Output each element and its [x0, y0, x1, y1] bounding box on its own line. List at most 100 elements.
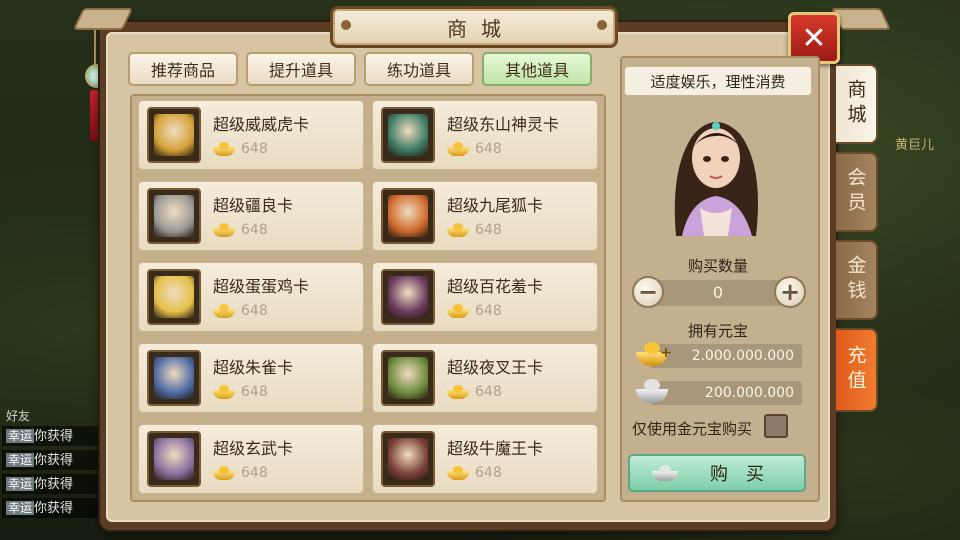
chat-text: 你获得	[34, 453, 74, 468]
item-price-value: 648	[475, 141, 502, 157]
item-price: 648	[447, 384, 502, 400]
item-price-value: 648	[475, 222, 502, 238]
item-card-thumbnail	[147, 188, 201, 244]
plus-icon: +	[779, 278, 801, 306]
shopkeeper-portrait	[674, 122, 758, 236]
window-title-plate: 商城	[330, 6, 618, 48]
gold-ingot-icon	[447, 304, 469, 318]
add-gold-icon[interactable]: +	[660, 346, 674, 360]
shop-item-card[interactable]: 超级玄武卡 648	[138, 424, 364, 494]
item-card-image	[388, 276, 428, 318]
item-price-value: 648	[241, 141, 268, 157]
item-price: 648	[213, 303, 268, 319]
chat-text: 你获得	[34, 477, 74, 492]
item-price: 648	[213, 222, 268, 238]
chat-tag: 幸运	[6, 453, 35, 467]
gold-ingot-icon	[213, 223, 235, 237]
item-card-image	[388, 357, 428, 399]
gold-ingot-icon	[447, 466, 469, 480]
chat-log: 好友 幸运 你获得 幸运 你获得 幸运 你获得 幸运 你获得	[2, 409, 102, 522]
item-name: 超级夜叉王卡	[447, 358, 544, 377]
item-price-value: 648	[475, 465, 502, 481]
item-name: 超级玄武卡	[213, 439, 294, 458]
side-tab-membership[interactable]: 会员	[836, 152, 878, 232]
gold-ingot-icon	[447, 142, 469, 156]
chat-tag: 幸运	[6, 501, 35, 515]
side-tab-recharge[interactable]: 充值	[836, 328, 878, 412]
item-name: 超级蛋蛋鸡卡	[213, 277, 310, 296]
item-price: 648	[213, 384, 268, 400]
chat-line: 幸运 你获得	[2, 498, 102, 518]
item-name: 超级威威虎卡	[213, 115, 310, 134]
increase-button[interactable]: +	[774, 276, 806, 308]
gold-only-checkbox[interactable]	[764, 414, 788, 438]
item-name: 超级牛魔王卡	[447, 439, 544, 458]
tab-other-items[interactable]: 其他道具	[482, 52, 592, 86]
item-price-value: 648	[475, 303, 502, 319]
owned-ingots-label: 拥有元宝	[687, 322, 748, 340]
item-name: 超级东山神灵卡	[447, 115, 560, 134]
gold-ingot-icon	[213, 466, 235, 480]
shop-item-card[interactable]: 超级九尾狐卡 648	[372, 181, 598, 251]
item-price-value: 648	[241, 222, 268, 238]
tab-training-items[interactable]: 练功道具	[364, 52, 474, 86]
shop-item-card[interactable]: 超级威威虎卡 648	[138, 100, 364, 170]
item-card-thumbnail	[147, 350, 201, 406]
item-card-image	[388, 114, 428, 156]
gold-ingot-icon	[213, 385, 235, 399]
item-card-image	[154, 438, 194, 480]
item-price-value: 648	[241, 465, 268, 481]
buy-button[interactable]: 购买	[628, 454, 806, 492]
tab-recommended[interactable]: 推荐商品	[128, 52, 238, 86]
item-card-image	[388, 438, 428, 480]
window-title: 商城	[447, 16, 515, 41]
chat-tag: 幸运	[6, 477, 35, 491]
shop-item-card[interactable]: 超级朱雀卡 648	[138, 343, 364, 413]
chat-line: 幸运 你获得	[2, 426, 102, 446]
item-price: 648	[213, 465, 268, 481]
item-name: 超级疆良卡	[213, 196, 294, 215]
shop-item-card[interactable]: 超级夜叉王卡 648	[372, 343, 598, 413]
item-card-thumbnail	[147, 269, 201, 325]
quantity-value[interactable]: 0	[646, 280, 790, 306]
side-tab-money[interactable]: 金钱	[836, 240, 878, 320]
shop-item-card[interactable]: 超级百花羞卡 648	[372, 262, 598, 332]
gold-only-label: 仅使用金元宝购买	[632, 420, 753, 438]
shop-item-card[interactable]: 超级蛋蛋鸡卡 648	[138, 262, 364, 332]
frame-corner-left	[72, 8, 134, 30]
item-price: 648	[447, 303, 502, 319]
chat-prefix: 好友	[6, 409, 31, 423]
item-price: 648	[213, 141, 268, 157]
shop-item-card[interactable]: 超级东山神灵卡 648	[372, 100, 598, 170]
item-price-value: 648	[241, 384, 268, 400]
buy-button-label: 购买	[710, 464, 782, 485]
item-card-image	[388, 195, 428, 237]
shop-item-card[interactable]: 超级疆良卡 648	[138, 181, 364, 251]
side-tab-shop[interactable]: 商城	[836, 64, 878, 144]
shop-item-card[interactable]: 超级牛魔王卡 648	[372, 424, 598, 494]
chat-line: 幸运 你获得	[2, 474, 102, 494]
item-price: 648	[447, 465, 502, 481]
item-card-thumbnail	[381, 431, 435, 487]
gold-ingot-icon	[447, 223, 469, 237]
silver-ingot-icon	[652, 465, 678, 481]
category-tabs: 推荐商品 提升道具 练功道具 其他道具	[128, 52, 592, 86]
chat-text: 你获得	[34, 501, 74, 516]
item-name: 超级朱雀卡	[213, 358, 294, 377]
quantity-label: 购买数量	[687, 257, 748, 275]
item-card-thumbnail	[381, 107, 435, 163]
gold-ingot-icon	[213, 304, 235, 318]
minus-icon: −	[637, 278, 659, 306]
tab-upgrade-items[interactable]: 提升道具	[246, 52, 356, 86]
slogan-banner: 适度娱乐，理性消费	[624, 66, 812, 96]
chat-tag: 幸运	[6, 429, 35, 443]
close-icon: ✕	[801, 20, 827, 56]
silver-ingot-icon	[634, 377, 672, 403]
decrease-button[interactable]: −	[632, 276, 664, 308]
item-list[interactable]: 超级威威虎卡 648 超级东山神灵卡 648 超级疆良卡 648 超级九尾狐卡 648 超级蛋蛋…	[130, 94, 606, 502]
item-card-image	[154, 357, 194, 399]
item-card-image	[154, 276, 194, 318]
item-card-thumbnail	[381, 188, 435, 244]
background-player-name: 黄巨儿	[894, 138, 934, 153]
chat-line: 幸运 你获得	[2, 450, 102, 470]
